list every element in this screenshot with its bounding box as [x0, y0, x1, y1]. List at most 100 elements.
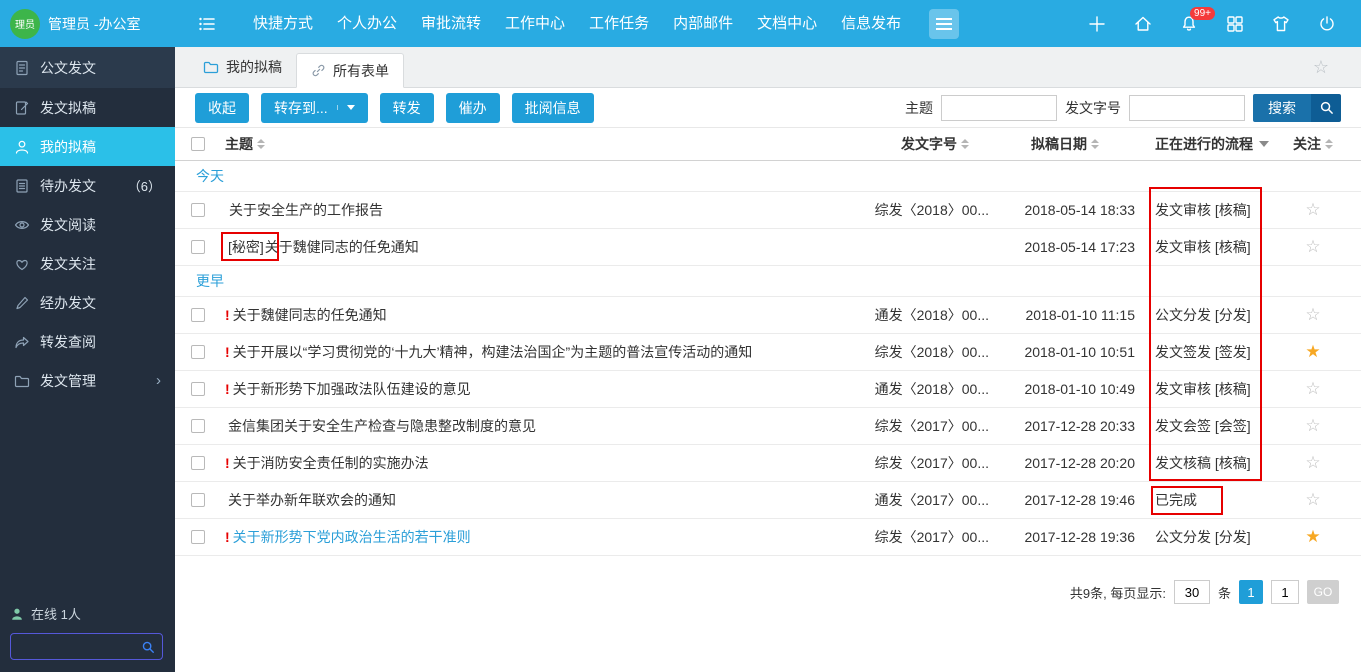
- sort-icon[interactable]: [1325, 139, 1333, 149]
- dropdown-caret-icon[interactable]: [337, 105, 355, 110]
- nav-item-work-tasks[interactable]: 工作任务: [577, 0, 661, 47]
- sidebar-item-doc-follow[interactable]: 发文关注: [0, 244, 175, 283]
- filter-area: 主题 发文字号 搜索: [905, 94, 1341, 122]
- favorite-star-icon[interactable]: ☆: [1313, 57, 1329, 78]
- column-header-follow[interactable]: 关注: [1285, 134, 1341, 154]
- row-checkbox[interactable]: [191, 345, 205, 359]
- tab-my-drafts[interactable]: 我的拟稿: [189, 46, 296, 87]
- user-block[interactable]: 理员 管理员 -办公室: [0, 0, 175, 47]
- review-info-button[interactable]: 批阅信息: [512, 93, 594, 123]
- document-title[interactable]: 金信集团关于安全生产检查与隐患整改制度的意见: [228, 416, 536, 436]
- table-row[interactable]: !关于魏健同志的任免通知 通发〈2018〉00... 2018-01-10 11…: [175, 297, 1361, 334]
- document-title[interactable]: 关于魏健同志的任免通知: [265, 237, 419, 257]
- table-row[interactable]: 关于安全生产的工作报告 综发〈2018〉00... 2018-05-14 18:…: [175, 192, 1361, 229]
- menu-list-icon[interactable]: [197, 14, 217, 34]
- sidebar-item-doc-reading[interactable]: 发文阅读: [0, 205, 175, 244]
- table-row[interactable]: 关于举办新年联欢会的通知 通发〈2017〉00... 2017-12-28 19…: [175, 482, 1361, 519]
- filter-caret-icon[interactable]: [1259, 141, 1269, 147]
- date-cell: 2018-01-10 11:15: [995, 307, 1135, 323]
- document-title[interactable]: 关于开展以“学习贯彻党的‘十九大’精神，构建法治国企”为主题的普法宣传活动的通知: [233, 342, 753, 362]
- goto-page-input[interactable]: [1271, 580, 1299, 604]
- power-logout-icon[interactable]: [1317, 14, 1337, 34]
- sidebar-item-label: 我的拟稿: [40, 137, 96, 157]
- column-header-docno[interactable]: 发文字号: [850, 134, 995, 154]
- nav-item-document-center[interactable]: 文档中心: [745, 0, 829, 47]
- search-button[interactable]: 搜索: [1253, 94, 1341, 122]
- sidebar-item-handled-docs[interactable]: 经办发文: [0, 283, 175, 322]
- column-header-flow[interactable]: 正在进行的流程: [1135, 134, 1285, 154]
- notifications-bell-icon[interactable]: 99+: [1179, 14, 1199, 34]
- subject-filter-label: 主题: [905, 98, 933, 118]
- table-row[interactable]: !关于消防安全责任制的实施办法 综发〈2017〉00... 2017-12-28…: [175, 445, 1361, 482]
- star-icon[interactable]: ☆: [1285, 416, 1341, 436]
- sidebar-item-pending-docs[interactable]: 待办发文 （6）: [0, 166, 175, 205]
- nav-item-shortcuts[interactable]: 快捷方式: [241, 0, 325, 47]
- nav-item-info-publish[interactable]: 信息发布: [829, 0, 913, 47]
- sidebar-item-label: 经办发文: [40, 293, 96, 313]
- document-title[interactable]: 关于魏健同志的任免通知: [233, 305, 387, 325]
- document-title[interactable]: 关于消防安全责任制的实施办法: [233, 453, 429, 473]
- nav-item-approval-flow[interactable]: 审批流转: [409, 0, 493, 47]
- star-icon[interactable]: ☆: [1285, 305, 1341, 325]
- select-all-checkbox[interactable]: [191, 137, 205, 151]
- row-checkbox[interactable]: [191, 456, 205, 470]
- column-header-subject[interactable]: 主题: [225, 134, 850, 154]
- sidebar-item-draft-doc[interactable]: 发文拟稿: [0, 88, 175, 127]
- sidebar-search-input[interactable]: [18, 639, 141, 654]
- table-row[interactable]: !关于新形势下党内政治生活的若干准则 综发〈2017〉00... 2017-12…: [175, 519, 1361, 556]
- sort-icon[interactable]: [961, 139, 969, 149]
- star-icon[interactable]: ☆: [1285, 379, 1341, 399]
- table-row[interactable]: !关于新形势下加强政法队伍建设的意见 通发〈2018〉00... 2018-01…: [175, 371, 1361, 408]
- nav-item-internal-mail[interactable]: 内部邮件: [661, 0, 745, 47]
- sidebar-item-label: 公文发文: [40, 58, 96, 78]
- row-checkbox[interactable]: [191, 240, 205, 254]
- page-size-input[interactable]: [1174, 580, 1210, 604]
- table-row[interactable]: !关于开展以“学习贯彻党的‘十九大’精神，构建法治国企”为主题的普法宣传活动的通…: [175, 334, 1361, 371]
- star-icon[interactable]: ☆: [1285, 453, 1341, 473]
- document-title[interactable]: 关于新形势下党内政治生活的若干准则: [233, 527, 471, 547]
- go-button[interactable]: GO: [1307, 580, 1339, 604]
- page-button-1[interactable]: 1: [1239, 580, 1263, 604]
- document-title[interactable]: 关于新形势下加强政法队伍建设的意见: [233, 379, 471, 399]
- apps-grid-icon[interactable]: [1225, 14, 1245, 34]
- collapse-button[interactable]: 收起: [195, 93, 249, 123]
- user-name: 管理员 -办公室: [48, 14, 141, 34]
- row-checkbox[interactable]: [191, 382, 205, 396]
- online-status-label: 在线 1人: [31, 604, 81, 623]
- sort-icon[interactable]: [257, 139, 265, 149]
- table-row[interactable]: [秘密]关于魏健同志的任免通知 2018-05-14 17:23 发文审核 [核…: [175, 229, 1361, 266]
- row-checkbox[interactable]: [191, 530, 205, 544]
- star-icon[interactable]: ★: [1285, 527, 1341, 547]
- forward-button[interactable]: 转发: [380, 93, 434, 123]
- document-title[interactable]: 关于举办新年联欢会的通知: [228, 490, 396, 510]
- urgent-icon: !: [225, 529, 230, 545]
- sidebar-item-my-drafts[interactable]: 我的拟稿: [0, 127, 175, 166]
- sidebar-item-forward-review[interactable]: 转发查阅: [0, 322, 175, 361]
- subject-filter-input[interactable]: [941, 95, 1057, 121]
- row-checkbox[interactable]: [191, 493, 205, 507]
- star-icon[interactable]: ☆: [1285, 200, 1341, 220]
- sidebar-item-doc-issue[interactable]: 公文发文: [0, 47, 175, 88]
- row-checkbox[interactable]: [191, 203, 205, 217]
- star-icon[interactable]: ★: [1285, 342, 1341, 362]
- row-checkbox[interactable]: [191, 419, 205, 433]
- urge-button[interactable]: 催办: [446, 93, 500, 123]
- save-to-button[interactable]: 转存到...: [261, 93, 368, 123]
- nav-item-work-center[interactable]: 工作中心: [493, 0, 577, 47]
- nav-item-personal-office[interactable]: 个人办公: [325, 0, 409, 47]
- docno-filter-input[interactable]: [1129, 95, 1245, 121]
- table-row[interactable]: 金信集团关于安全生产检查与隐患整改制度的意见 综发〈2017〉00... 201…: [175, 408, 1361, 445]
- home-icon[interactable]: [1133, 14, 1153, 34]
- row-checkbox[interactable]: [191, 308, 205, 322]
- theme-shirt-icon[interactable]: [1271, 14, 1291, 34]
- sidebar-item-doc-manage[interactable]: 发文管理 ›: [0, 361, 175, 400]
- tab-label: 所有表单: [333, 61, 389, 81]
- column-header-date[interactable]: 拟稿日期: [995, 134, 1135, 154]
- star-icon[interactable]: ☆: [1285, 490, 1341, 510]
- sort-icon[interactable]: [1091, 139, 1099, 149]
- hamburger-menu-icon[interactable]: [929, 9, 959, 39]
- star-icon[interactable]: ☆: [1285, 237, 1341, 257]
- add-icon[interactable]: [1087, 14, 1107, 34]
- document-title[interactable]: 关于安全生产的工作报告: [229, 200, 383, 220]
- tab-all-forms[interactable]: 所有表单: [296, 53, 404, 88]
